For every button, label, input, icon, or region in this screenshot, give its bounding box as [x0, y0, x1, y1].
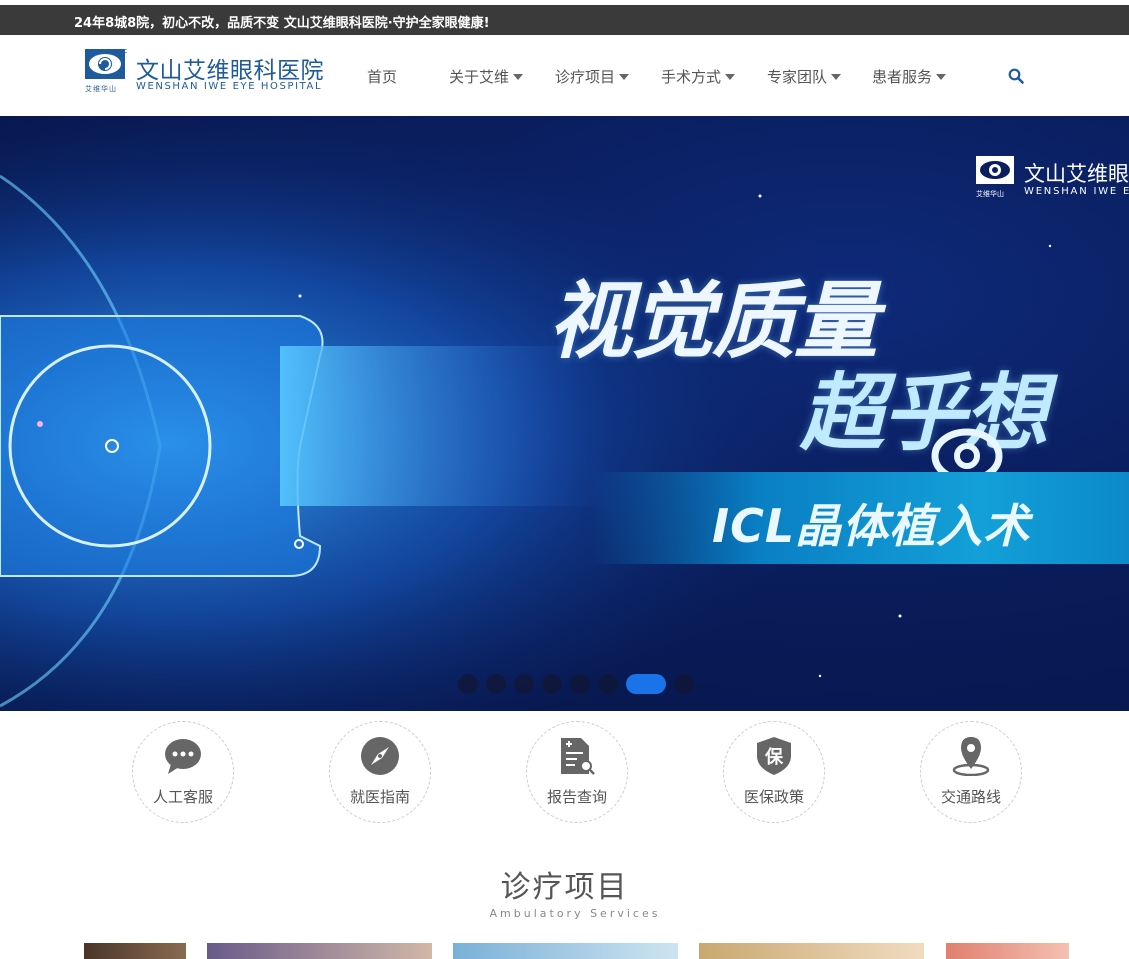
service-label: 报告查询: [546, 788, 607, 806]
banner-logo-chinese: 文山艾维眼: [1024, 162, 1129, 186]
nav-patient-services-label: 患者服务: [872, 68, 933, 86]
carousel-dot[interactable]: [486, 674, 506, 694]
caret-down-icon: [831, 74, 842, 80]
nav-patient-services[interactable]: 患者服务: [872, 66, 947, 87]
service-thumbnail[interactable]: [699, 943, 924, 959]
caret-down-icon: [619, 74, 630, 80]
caret-down-icon: [513, 74, 524, 80]
banner-logo-english: WENSHAN IWE E: [1024, 186, 1129, 197]
carousel-dot[interactable]: [514, 674, 534, 694]
nav-about[interactable]: 关于艾维: [449, 66, 524, 87]
service-directions[interactable]: 交通路线: [920, 721, 1022, 823]
compass-icon: [361, 737, 399, 775]
nav-surgery[interactable]: 手术方式: [661, 66, 736, 87]
nav-surgery-label: 手术方式: [661, 68, 722, 86]
service-label: 人工客服: [152, 788, 213, 806]
eye-logo-icon: [976, 156, 1014, 184]
caret-down-icon: [725, 74, 736, 80]
service-label: 交通路线: [940, 788, 1001, 806]
section-subtitle: Ambulatory Services: [489, 907, 661, 920]
quick-services: 人工客服 就医指南 报告查询 保 医保政策 交通路线: [0, 711, 1129, 831]
svg-text:保: 保: [764, 746, 784, 768]
logo-sub-text: 艾维华山: [85, 85, 117, 93]
caret-down-icon: [936, 74, 947, 80]
service-thumbnail[interactable]: [946, 943, 1069, 959]
nav-experts-label: 专家团队: [767, 68, 828, 86]
banner-ribbon: ICL晶体植入术: [590, 472, 1129, 564]
banner-headline-2: 超乎想: [800, 364, 1048, 462]
nav-home-label: 首页: [367, 68, 398, 86]
carousel-dot[interactable]: [674, 674, 694, 694]
location-pin-icon: [952, 737, 990, 776]
hospital-logo[interactable]: 艾维华山 文山艾维眼科医院 WENSHAN IWE EYE HOSPITAL: [85, 49, 335, 97]
logo-english-name: WENSHAN IWE EYE HOSPITAL: [136, 81, 323, 92]
logo-chinese-name: 文山艾维眼科医院: [136, 58, 324, 84]
announcement-text: 24年8城8院，初心不改，品质不变 文山艾维眼科医院·守护全家眼健康!: [74, 16, 490, 31]
banner-logo-sub: 艾维华山: [976, 190, 1004, 198]
banner-ribbon-text: ICL晶体植入术: [712, 499, 1031, 553]
service-guide[interactable]: 就医指南: [329, 721, 431, 823]
carousel-dot[interactable]: [458, 674, 478, 694]
service-report-query[interactable]: 报告查询: [526, 721, 628, 823]
nav-treatments-label: 诊疗项目: [555, 68, 616, 86]
service-customer-chat[interactable]: 人工客服: [132, 721, 234, 823]
service-thumbnail[interactable]: [207, 943, 432, 959]
service-label: 医保政策: [743, 788, 804, 806]
nav-experts[interactable]: 专家团队: [767, 66, 842, 87]
hero-banner[interactable]: 艾维华山 文山艾维眼 WENSHAN IWE E 视觉质量 超乎想 ICL晶体植…: [0, 116, 1129, 711]
announcement-bar: 24年8城8院，初心不改，品质不变 文山艾维眼科医院·守护全家眼健康!: [0, 5, 1129, 35]
chat-icon: [165, 739, 201, 774]
carousel-dot[interactable]: [598, 674, 618, 694]
nav-about-label: 关于艾维: [449, 68, 510, 86]
service-insurance-policy[interactable]: 保 医保政策: [723, 721, 825, 823]
service-thumbnail[interactable]: [453, 943, 678, 959]
shield-insurance-icon: 保: [757, 737, 791, 775]
service-thumbnail[interactable]: [84, 943, 186, 959]
section-title: 诊疗项目: [500, 870, 629, 905]
site-header: 艾维华山 文山艾维眼科医院 WENSHAN IWE EYE HOSPITAL 首…: [0, 35, 1129, 116]
search-icon[interactable]: [1008, 68, 1024, 84]
service-label: 就医指南: [349, 788, 410, 806]
carousel-dot[interactable]: [570, 674, 590, 694]
banner-logo: 艾维华山 文山艾维眼 WENSHAN IWE E: [976, 156, 1129, 200]
nav-home[interactable]: 首页: [367, 66, 397, 87]
carousel-dot-active[interactable]: [626, 674, 666, 694]
nav-treatments[interactable]: 诊疗项目: [555, 66, 630, 87]
report-search-icon: [561, 738, 595, 775]
carousel-dot[interactable]: [542, 674, 562, 694]
